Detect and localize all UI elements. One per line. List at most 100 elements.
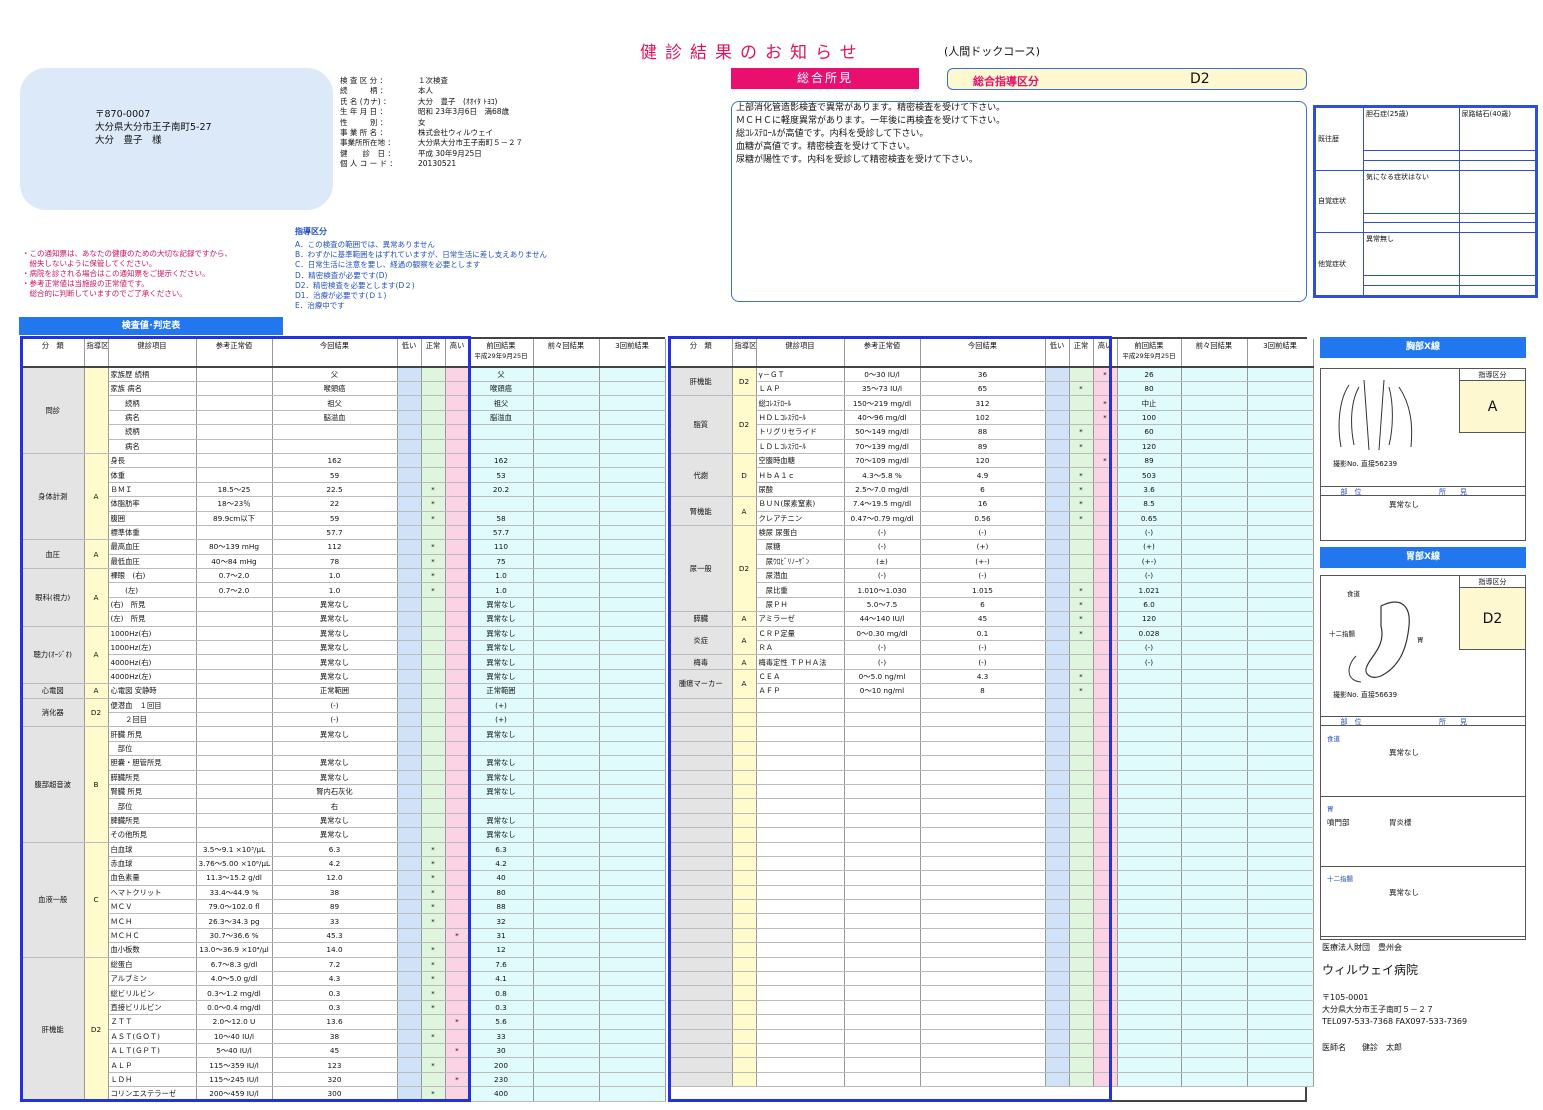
cell-item: 標準体重	[108, 525, 197, 541]
cell-prev3	[1247, 726, 1314, 742]
cell-normal	[421, 395, 446, 411]
cell-prev2	[533, 395, 600, 411]
cell-normal	[1069, 942, 1094, 958]
cell-item	[756, 813, 845, 829]
table-row	[670, 798, 1314, 814]
table-row: ＡＳＴ(ＧＯＴ) 10～40 IU/l 38 * 33	[22, 1029, 666, 1044]
cell-reference: 2.5～7.0 mg/dl	[844, 482, 921, 498]
cell-previous: 230	[469, 1072, 534, 1088]
cell-item	[756, 726, 845, 742]
cell-prev3	[599, 395, 666, 411]
cell-prev3	[599, 453, 666, 469]
table-row: ＭＣＨＣ 30.7～36.6 % 45.3 * 31	[22, 928, 666, 944]
cell-prev2	[1181, 770, 1248, 785]
cell-low	[397, 597, 422, 613]
cell-previous: 32	[469, 913, 534, 929]
table-row: 部位 右	[22, 798, 666, 814]
cell-current: 12.0	[272, 870, 398, 886]
cell-low	[1045, 367, 1070, 382]
cell-reference: 4.3～5.8 %	[844, 467, 921, 483]
cell-low	[397, 870, 422, 886]
cell-high	[1093, 856, 1118, 872]
cell-item: 肝臓 所見	[108, 726, 197, 742]
cell-prev2	[1181, 496, 1248, 512]
cell-low	[1045, 482, 1070, 498]
cell-low	[1045, 813, 1070, 829]
cell-low	[1045, 755, 1070, 771]
cell-category	[670, 870, 733, 886]
cell-category: 消化器	[22, 698, 85, 728]
cell-previous: 120	[1117, 611, 1182, 627]
cell-normal	[421, 784, 446, 800]
table-row: 脾臓所見 異常なし 異常なし	[22, 813, 666, 829]
cell-normal: *	[421, 511, 446, 526]
cell-low	[397, 1014, 422, 1030]
table-row: 家族 病名 喉頭癌 喉頭癌	[22, 381, 666, 397]
cell-high	[445, 985, 470, 1001]
cell-prev3	[599, 410, 666, 426]
cell-normal	[421, 726, 446, 742]
cell-normal	[1069, 813, 1094, 829]
cell-item: クレアチニン	[756, 511, 845, 526]
cell-normal	[1069, 453, 1094, 469]
stomach-finding-text: 異常なし	[1389, 888, 1419, 897]
cell-reference: 115～359 IU/l	[196, 1057, 273, 1073]
cell-reference	[844, 770, 921, 785]
cell-prev2	[1181, 942, 1248, 958]
cell-category	[670, 856, 733, 872]
cell-current	[920, 985, 1046, 1001]
cell-prev3	[1247, 654, 1314, 670]
stomach-finding-row: 食道 異常なし	[1321, 727, 1525, 797]
cell-previous	[1117, 842, 1182, 857]
cell-previous	[1117, 1000, 1182, 1016]
cell-previous: 162	[469, 453, 534, 469]
cell-prev2	[1181, 985, 1248, 1001]
cell-low	[1045, 525, 1070, 541]
cell-prev3	[599, 1029, 666, 1044]
patient-info-key: 個 人 コ ー ド ：	[340, 159, 397, 169]
cell-low	[397, 640, 422, 656]
cell-item: ヘマトクリット	[108, 885, 197, 901]
cell-low	[1045, 827, 1070, 843]
cell-normal	[1069, 1072, 1094, 1088]
chest-guide-value: A	[1460, 381, 1525, 433]
patient-info-value: 女	[418, 117, 426, 127]
cell-current: (-)	[272, 698, 398, 713]
cell-previous	[1117, 899, 1182, 915]
cell-prev2	[1181, 424, 1248, 440]
notice-line: ・参考正常値は当施設の正常値です。	[22, 279, 149, 288]
cell-low	[1045, 582, 1070, 598]
cell-normal: *	[421, 885, 446, 901]
table-row	[670, 870, 1314, 886]
cell-category: 脂質	[670, 395, 733, 454]
cell-low	[397, 410, 422, 426]
cell-prev3	[1247, 985, 1314, 1001]
doctor-name: 医師名 健診 太郎	[1322, 1043, 1402, 1052]
cell-low	[1045, 798, 1070, 814]
cell-prev2	[1181, 1043, 1248, 1059]
cell-prev2	[533, 928, 600, 944]
cell-guide: A	[732, 611, 757, 627]
cell-reference	[844, 784, 921, 800]
cell-previous: 異常なし	[469, 597, 534, 613]
cell-current: 右	[272, 798, 398, 814]
cell-high	[1093, 712, 1118, 728]
cell-current: 正常範囲	[272, 683, 398, 699]
cell-high	[445, 770, 470, 785]
patient-info-row: 氏 名 (カナ) ： 大分 豊子 (ｵｵｲﾀ ﾄﾖｺ)	[340, 97, 730, 107]
cell-reference	[196, 410, 273, 426]
cell-prev3	[599, 654, 666, 670]
cell-normal: *	[421, 1086, 446, 1102]
cell-low	[1045, 712, 1070, 728]
cell-item: γ－ＧＴ	[756, 367, 845, 382]
cell-category	[670, 899, 733, 915]
cell-category: 膵臓	[670, 611, 733, 627]
cell-high: *	[1093, 367, 1118, 382]
table-row: 体重 59 53	[22, 467, 666, 483]
history-cell	[1458, 275, 1537, 287]
cell-previous: 89	[1117, 453, 1182, 469]
cell-previous: (+-)	[1117, 554, 1182, 570]
cell-prev3	[1247, 885, 1314, 901]
cell-current: 4.9	[920, 467, 1046, 483]
cell-item: アルブミン	[108, 971, 197, 987]
